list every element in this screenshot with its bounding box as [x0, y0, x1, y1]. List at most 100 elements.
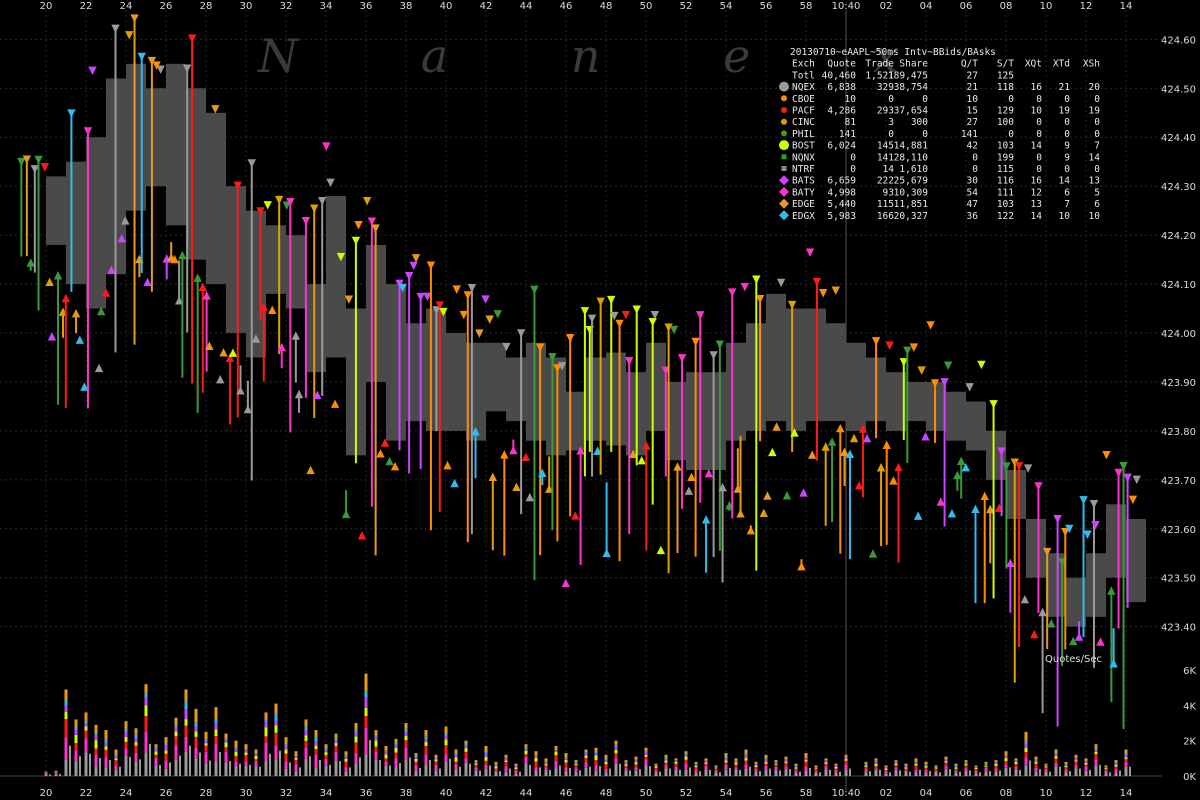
rate-bar-segment	[74, 743, 78, 751]
rate-bar-segment	[124, 741, 128, 749]
rate-bar-segment	[894, 760, 898, 762]
rate-bar-segment	[404, 747, 408, 760]
rate-bar-segment	[794, 768, 798, 771]
rate-bar-segment	[64, 719, 68, 738]
nbbo-band	[526, 342, 546, 441]
bid-quote-marker	[921, 432, 930, 441]
rate-bar-segment	[874, 758, 878, 761]
rate-bar-segment	[1104, 767, 1108, 769]
rate-bar-segment	[774, 766, 778, 771]
legend-series-cell: 0	[1064, 94, 1070, 105]
x-tick-label-bottom: 26	[160, 788, 173, 799]
rate-bar-segment	[724, 758, 728, 761]
rate-bar-segment	[594, 747, 598, 753]
rate-bar-segment	[614, 746, 618, 750]
legend-series-cell: 0	[1036, 117, 1042, 128]
rate-bar-segment	[1024, 743, 1028, 748]
rate-bar-segment	[794, 767, 798, 769]
legend-series-cell: 166	[877, 211, 894, 222]
rate-bar-segment	[254, 753, 258, 755]
legend-marker	[781, 118, 787, 125]
rate-bar-segment	[1124, 755, 1128, 758]
rate-bar-segment	[514, 765, 518, 767]
rate-bar-segment	[184, 751, 188, 776]
rate-bar-segment	[134, 742, 138, 746]
rate-bar-segment	[1084, 760, 1088, 762]
rate-bar-segment	[504, 757, 508, 759]
rate-bar-segment	[484, 760, 488, 765]
rate-bar-segment	[604, 772, 608, 776]
legend-series-cell: 116	[997, 176, 1014, 187]
rate-bar-segment	[994, 762, 998, 764]
rate-bar-segment	[344, 757, 348, 759]
rate-bar-segment	[234, 748, 238, 752]
ask-quote-marker	[1083, 530, 1092, 539]
ask-quote-marker	[831, 286, 840, 295]
nbbo-band	[846, 342, 866, 431]
rate-bar-segment	[304, 726, 308, 731]
x-tick-label-top: 10	[1040, 1, 1053, 12]
rate-bar-segment	[84, 712, 88, 721]
x-tick-label-top: 20	[40, 1, 53, 12]
rate-bar-segment	[1014, 766, 1018, 770]
rate-bar-segment	[804, 756, 808, 759]
legend-series-cell: 0	[1036, 164, 1042, 175]
rate-bar-base	[659, 771, 661, 776]
rate-bar-segment	[1044, 768, 1048, 772]
rate-bar-segment	[484, 752, 488, 754]
rate-bar-segment	[934, 767, 938, 769]
rate-bar-base	[429, 759, 431, 776]
rate-bar-segment	[974, 767, 978, 770]
rate-bar-segment	[534, 755, 538, 756]
ask-quote-marker	[818, 289, 828, 298]
rate-bar-base	[349, 767, 351, 776]
legend-marker	[781, 130, 787, 137]
rate-bar-segment	[244, 750, 248, 753]
x-tick-label-top: 42	[480, 1, 493, 12]
rate-bar-segment	[114, 754, 118, 757]
rate-bar-segment	[324, 765, 328, 776]
rate-bar-segment	[1004, 754, 1008, 757]
bid-quote-marker	[1020, 595, 1030, 604]
rate-bar-segment	[514, 769, 518, 771]
x-tick-label-bottom: 58	[800, 788, 813, 799]
rate-bar-segment	[704, 761, 708, 763]
rate-bar-segment	[954, 768, 958, 771]
nbbo-band	[126, 63, 146, 211]
rate-bar-segment	[744, 760, 748, 765]
x-tick-label-top: 50	[640, 1, 653, 12]
rate-bar-segment	[894, 763, 898, 766]
rate-bar-segment	[174, 725, 178, 728]
rate-bar-segment	[564, 762, 568, 768]
rate-bar-base	[849, 768, 851, 776]
rate-bar-segment	[824, 758, 828, 761]
legend-series-cell: 0	[1094, 164, 1100, 175]
rate-bar-segment	[514, 763, 518, 766]
rate-bar-base	[519, 771, 521, 776]
rate-bar-segment	[684, 753, 688, 756]
rate-bar-base	[389, 765, 391, 776]
x-tick-label-top: 28	[200, 1, 213, 12]
rate-bar-base	[449, 758, 451, 776]
y-tick-label: 424.20	[1161, 231, 1196, 242]
rate-bar-base	[609, 768, 611, 776]
rate-bar-segment	[274, 725, 278, 733]
rate-bar-segment	[44, 773, 48, 775]
rate-bar-segment	[1124, 759, 1128, 762]
rate-bar-segment	[344, 761, 348, 768]
rate-bar-segment	[1024, 765, 1028, 776]
rate-bar-segment	[664, 762, 668, 765]
legend-series-cell: 199	[997, 152, 1014, 163]
rate-bar-segment	[944, 760, 948, 762]
legend-series-cell: 0	[922, 129, 928, 140]
rate-bar-segment	[214, 736, 218, 744]
rate-bar-segment	[454, 761, 458, 765]
rate-bar-segment	[544, 770, 548, 776]
y-tick-label: 424.10	[1161, 280, 1196, 291]
rate-bar-segment	[924, 765, 928, 768]
rate-bar-segment	[814, 767, 818, 768]
rate-bar-segment	[334, 743, 338, 746]
rate-bar-segment	[364, 727, 368, 755]
legend-series-cell: 27	[967, 117, 978, 128]
rate-bar-segment	[214, 761, 218, 776]
